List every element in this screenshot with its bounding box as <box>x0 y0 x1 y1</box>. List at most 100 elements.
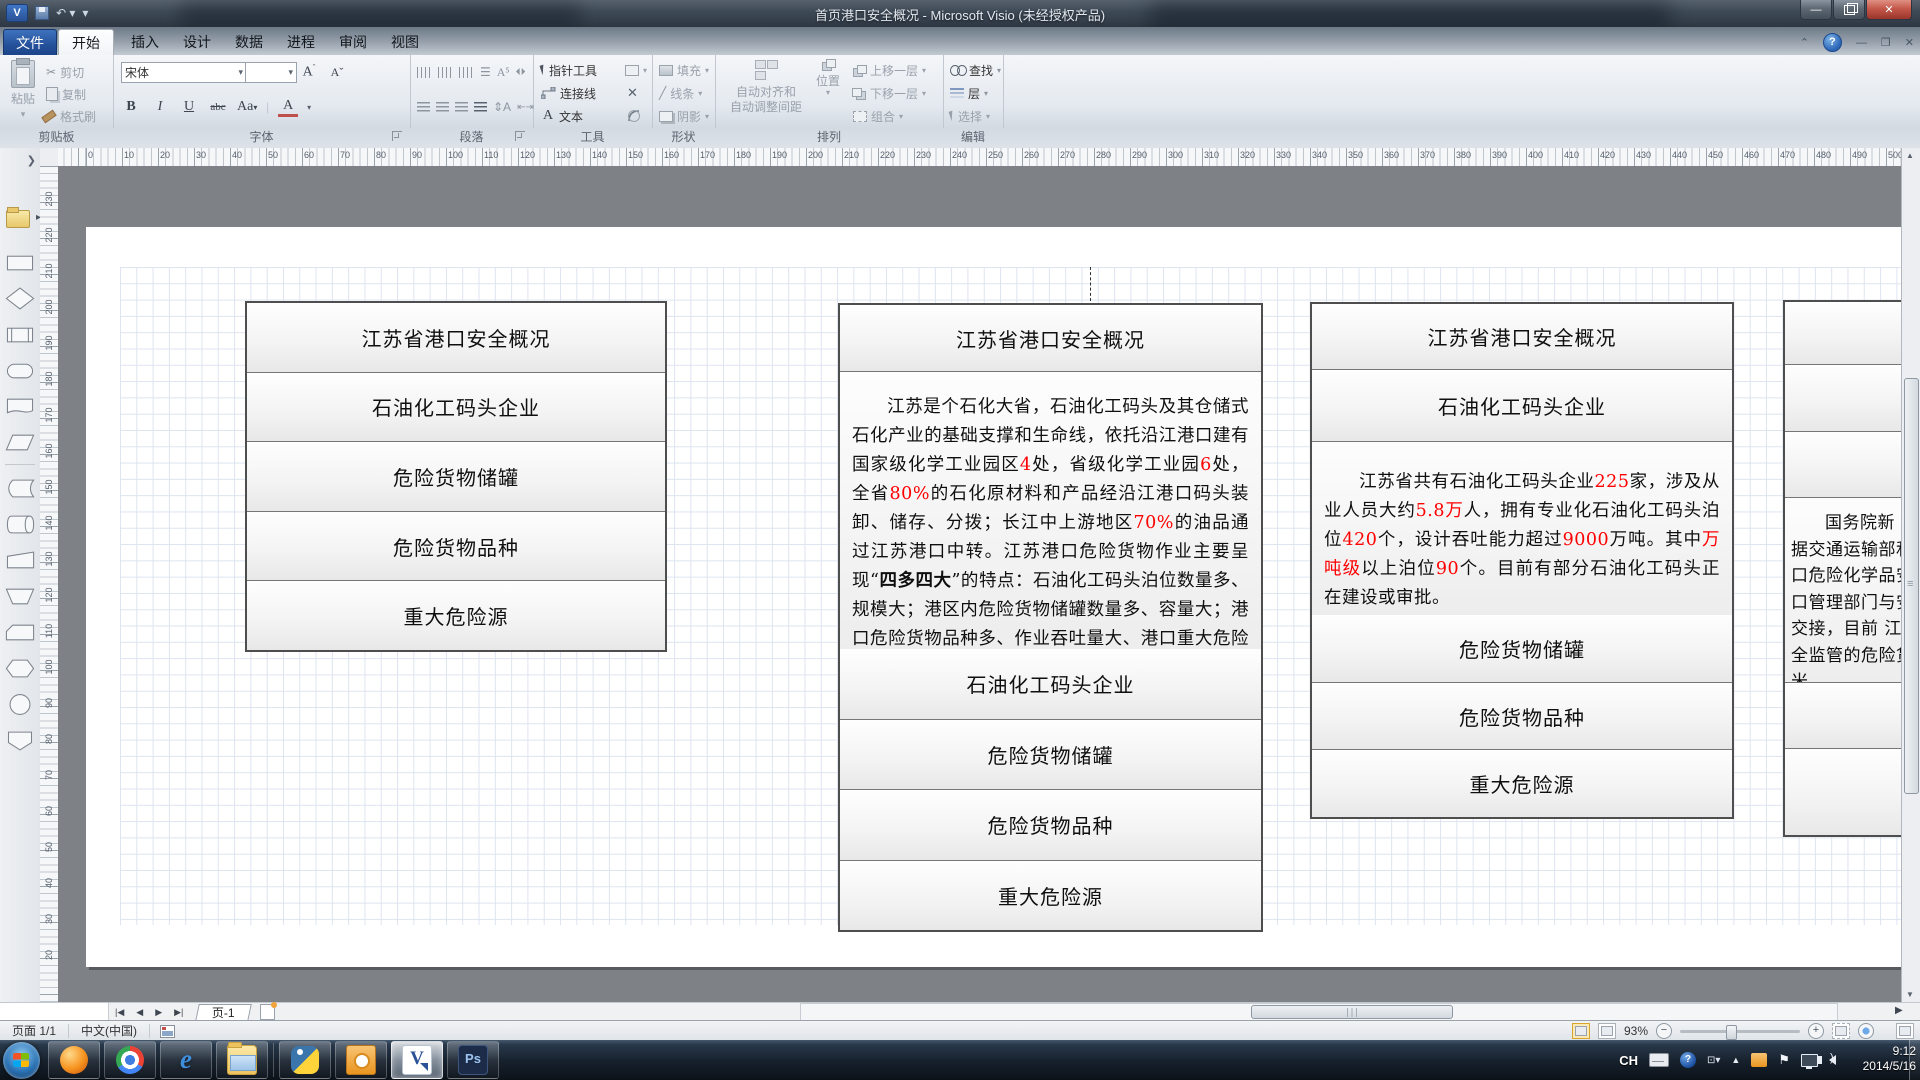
text-direction-icon[interactable]: A⁵ <box>497 65 510 80</box>
flow-box-overview-menu[interactable]: 江苏省港口安全概况石油化工码头企业危险货物储罐危险货物品种重大危险源 <box>245 301 667 652</box>
tab-data[interactable]: 数据 <box>222 29 276 55</box>
taskbar-button-folder[interactable] <box>216 1041 268 1079</box>
bullets-icon[interactable]: ☰ <box>480 65 491 79</box>
diagram-cell[interactable]: 重大危险源 <box>840 860 1261 931</box>
tab-design[interactable]: 设计 <box>170 29 224 55</box>
copy-button[interactable]: 复制 <box>46 84 86 104</box>
send-backward-button[interactable]: 下移一层▾ <box>853 83 926 103</box>
zoom-level[interactable]: 93% <box>1624 1024 1648 1038</box>
prev-page-icon[interactable]: ◀ <box>130 1007 149 1018</box>
scroll-right-icon[interactable]: ▶ <box>1895 1005 1903 1016</box>
layers-button[interactable]: 层▾ <box>950 83 988 103</box>
box4-empty-cell[interactable] <box>1785 682 1902 748</box>
taskbar-button-outlook[interactable] <box>335 1041 387 1079</box>
shrink-font-button[interactable]: Aˇ <box>327 62 347 82</box>
text-tool-button[interactable]: A文本 <box>541 106 583 126</box>
format-painter-button[interactable]: 格式刷 <box>42 106 96 126</box>
stencil-shape-document[interactable] <box>0 388 40 424</box>
tab-process[interactable]: 进程 <box>274 29 328 55</box>
auto-align-button[interactable]: 自动对齐和 自动调整间距 <box>727 59 805 115</box>
next-page-icon[interactable]: ▶ <box>149 1007 168 1018</box>
justify-icon[interactable] <box>474 102 487 113</box>
taskbar-button-python[interactable] <box>279 1041 331 1079</box>
whole-page-icon[interactable] <box>1858 1023 1874 1039</box>
view-normal-icon[interactable] <box>1572 1023 1590 1039</box>
diagram-cell[interactable]: 危险货物品种 <box>247 511 665 581</box>
align-left-icon[interactable] <box>417 102 430 113</box>
stencil-shape-parallelogram[interactable] <box>0 424 40 460</box>
box2-title-cell[interactable]: 江苏省港口安全概况 <box>840 305 1261 371</box>
scroll-down-icon[interactable]: ▼ <box>1906 990 1914 999</box>
diagram-cell[interactable]: 危险货物储罐 <box>247 441 665 511</box>
volume-icon[interactable] <box>1829 1055 1836 1065</box>
ime-language-indicator[interactable]: CH <box>1619 1053 1638 1068</box>
stencil-shape-subprocess[interactable] <box>0 316 40 352</box>
view-fullscreen-icon[interactable] <box>1598 1023 1616 1039</box>
diagram-cell[interactable]: 重大危险源 <box>247 580 665 650</box>
underline-button[interactable]: U <box>179 99 199 115</box>
bold-button[interactable]: B <box>121 99 141 115</box>
line-button[interactable]: ╱线条▾ <box>659 83 702 103</box>
connection-point-button[interactable]: ✕ <box>627 83 638 103</box>
vertical-scrollbar[interactable]: ▲ ▼ <box>1901 148 1920 1002</box>
box3-title-cell[interactable]: 江苏省港口安全概况 <box>1312 304 1732 369</box>
tab-insert[interactable]: 插入 <box>118 29 172 55</box>
taskbar-button-visio[interactable]: V <box>391 1041 443 1079</box>
status-page-indicator[interactable]: 页面 1/1 <box>0 1024 69 1038</box>
minimize-ribbon-icon[interactable]: ⌃ <box>1800 36 1809 49</box>
network-icon[interactable] <box>1801 1054 1818 1067</box>
keyboard-icon[interactable] <box>1649 1053 1669 1067</box>
change-case-button[interactable]: Aa▾ <box>237 99 257 115</box>
tab-view[interactable]: 视图 <box>378 29 432 55</box>
flow-box-overview-detail[interactable]: 江苏省港口安全概况 江苏是个石化大省，石油化工码头及其仓储式石化产业的基础支撑和… <box>838 303 1263 932</box>
start-button[interactable] <box>3 1042 40 1079</box>
diagram-cell[interactable]: 危险货物品种 <box>1312 682 1732 750</box>
restore-button[interactable] <box>1833 0 1865 20</box>
macro-recording-icon[interactable] <box>160 1025 175 1038</box>
switch-windows-icon[interactable] <box>1896 1023 1914 1039</box>
show-hidden-icons-arrow[interactable]: ▲ <box>1731 1055 1740 1065</box>
font-color-button[interactable]: A <box>278 98 298 117</box>
stencil-shape-manual-operation[interactable] <box>0 542 40 578</box>
taskbar-button-ie[interactable]: e <box>160 1041 212 1079</box>
horizontal-scroll-thumb[interactable]: ∣∣∣ <box>1251 1005 1453 1019</box>
tab-review[interactable]: 审阅 <box>326 29 380 55</box>
diagram-cell[interactable]: 重大危险源 <box>1312 749 1732 817</box>
connector-tool-button[interactable]: 连接线 <box>541 83 596 103</box>
box4-empty-cell[interactable] <box>1785 748 1902 835</box>
outlook-tray-icon[interactable] <box>1751 1053 1767 1067</box>
stencil-shape-inverted-trapezoid[interactable] <box>0 578 40 614</box>
box3-subtitle-cell[interactable]: 石油化工码头企业 <box>1312 369 1732 441</box>
scroll-up-icon[interactable]: ▲ <box>1906 151 1914 160</box>
find-button[interactable]: 查找▾ <box>950 60 1001 80</box>
taskbar-button-chrome[interactable] <box>104 1041 156 1079</box>
help-icon[interactable]: ? <box>1823 33 1842 52</box>
stencil-shape-off-page[interactable] <box>0 722 40 758</box>
drawing-page[interactable]: 江苏省港口安全概况石油化工码头企业危险货物储罐危险货物品种重大危险源 江苏省港口… <box>86 227 1902 967</box>
font-name-combo[interactable]: 宋体▾ <box>121 62 247 83</box>
italic-button[interactable]: I <box>150 99 170 115</box>
strikethrough-button[interactable]: abc <box>208 101 228 113</box>
box4-empty-cell[interactable] <box>1785 302 1902 364</box>
box4-paragraph-cell[interactable]: 国务院新《据交通运输部和口危险化学品安口管理部门与安交接，目前 江苏全监管的危险… <box>1785 497 1902 682</box>
show-desktop-button[interactable] <box>1909 1040 1920 1080</box>
bring-forward-button[interactable]: 上移一层▾ <box>853 60 926 80</box>
align-top-icon[interactable] <box>417 67 432 78</box>
box3-paragraph-cell[interactable]: 江苏省共有石油化工码头企业225家，涉及从业人员大约5.8万人，拥有专业化石油化… <box>1312 441 1732 615</box>
taskbar-button-firefox[interactable] <box>48 1041 100 1079</box>
font-color-dropdown[interactable]: ▾ <box>307 103 311 112</box>
font-dialog-launcher-icon[interactable] <box>392 131 402 141</box>
action-center-flag-icon[interactable]: ⚑ <box>1778 1052 1790 1068</box>
ime-toolbar-icon[interactable]: ⊡▾ <box>1707 1055 1720 1066</box>
freeform-tool-button[interactable] <box>627 106 641 126</box>
flow-box-regulations-partial[interactable]: 国务院新《据交通运输部和口危险化学品安口管理部门与安交接，目前 江苏全监管的危险… <box>1783 300 1902 837</box>
diagram-cell[interactable]: 石油化工码头企业 <box>247 372 665 442</box>
diagram-cell[interactable]: 危险货物储罐 <box>840 719 1261 790</box>
taskbar-clock[interactable]: 9:12 2014/5/16 <box>1863 1044 1916 1074</box>
shadow-button[interactable]: 阴影▾ <box>659 106 709 126</box>
last-page-icon[interactable]: ▶| <box>168 1007 189 1018</box>
fill-button[interactable]: 填充▾ <box>659 60 709 80</box>
group-button[interactable]: 组合▾ <box>853 106 903 126</box>
page-tab-current[interactable]: 页-1 <box>196 1004 252 1021</box>
grow-font-button[interactable]: Aˆ <box>299 62 319 82</box>
